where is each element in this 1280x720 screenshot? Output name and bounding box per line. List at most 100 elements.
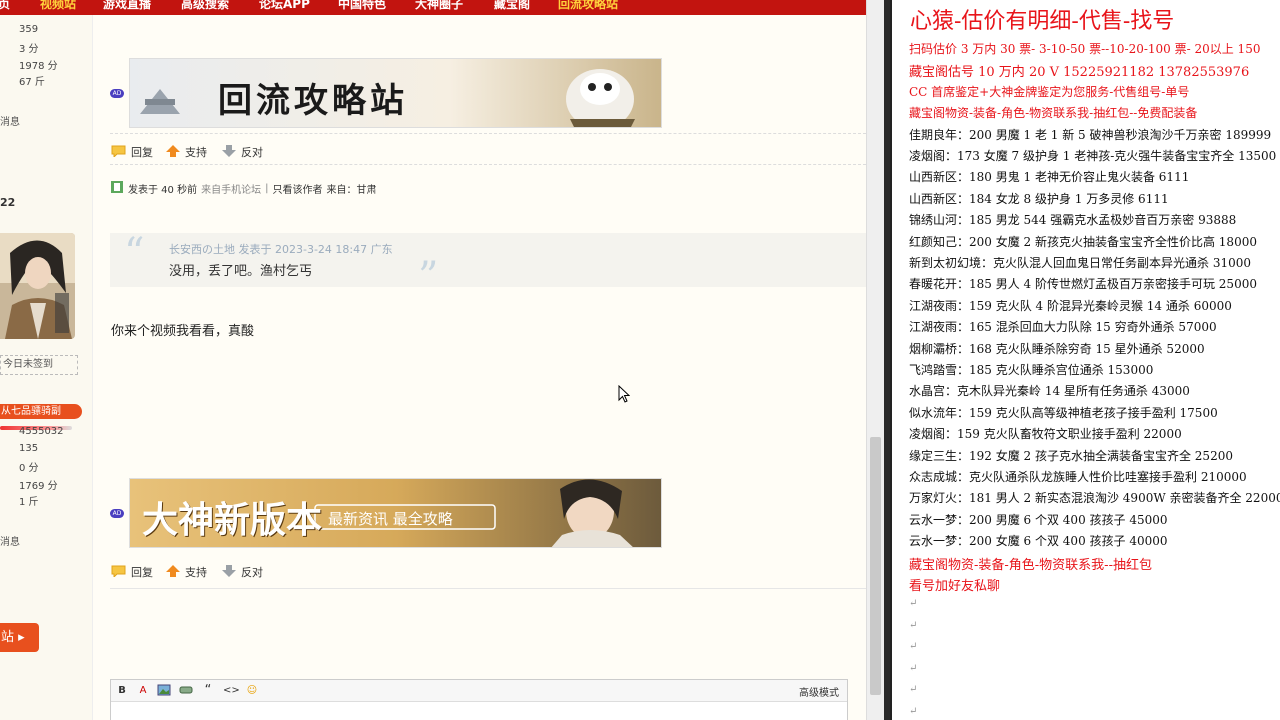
banner-ad-1[interactable]: AD 回流攻略站 bbox=[110, 58, 670, 130]
doc-line: 缘定三生：192 女魔 2 孩子克水抽全满装备宝宝齐全 25200 bbox=[909, 448, 1233, 463]
reply-button[interactable]: 回复 bbox=[111, 144, 153, 160]
avatar-image bbox=[0, 233, 75, 339]
paragraph-mark: ↵ bbox=[909, 641, 918, 652]
nav-item[interactable]: 藏宝阁 bbox=[494, 0, 530, 12]
doc-line: 众志成城：克火队通杀队龙族睡人性价比哇塞接手盈利 210000 bbox=[909, 470, 1247, 484]
bold-button[interactable]: B bbox=[115, 684, 129, 698]
emoji-button[interactable]: ☺ bbox=[245, 684, 259, 698]
page-scrollbar[interactable] bbox=[866, 0, 884, 720]
advanced-mode-link[interactable]: 高级模式 bbox=[799, 684, 839, 699]
ad-tag: AD bbox=[110, 509, 124, 518]
doc-line: 藏宝阁物资-装备-角色-物资联系我--抽红包 bbox=[909, 557, 1152, 573]
doc-line: 新到太初幻境：克火队混人回血鬼日常任务副本异光通杀 31000 bbox=[909, 256, 1251, 270]
doc-line: CC 首席鉴定+大神金牌鉴定为您服务-代售组号-单号 bbox=[909, 84, 1190, 99]
oppose-button[interactable]: 反对 bbox=[222, 144, 263, 160]
user-uid: 22 bbox=[0, 196, 16, 209]
nav-item[interactable]: 高级搜索 bbox=[181, 0, 229, 12]
mouse-cursor-icon bbox=[618, 385, 630, 403]
quote-open-icon: “ bbox=[124, 230, 145, 276]
banner-ad-2[interactable]: AD 大神新版本 最新资讯 最全攻略 bbox=[110, 478, 670, 550]
banner2-subtitle: 最新资讯 最全攻略 bbox=[328, 510, 453, 528]
support-button[interactable]: 支持 bbox=[166, 564, 207, 580]
doc-line: 凌烟阁：159 克火队畜牧符文职业接手盈利 22000 bbox=[909, 427, 1182, 442]
divider bbox=[110, 133, 866, 134]
paragraph-mark: ↵ bbox=[909, 684, 918, 695]
doc-line: 锦绣山河：185 男龙 544 强霸克水孟极妙音百万亲密 93888 bbox=[909, 213, 1237, 228]
nav-item[interactable]: 论坛APP bbox=[259, 0, 310, 12]
post-source: 来自手机论坛 bbox=[201, 185, 262, 196]
support-label: 支持 bbox=[185, 566, 207, 579]
user-stat: 0 分 bbox=[19, 463, 39, 474]
user-stat: 1769 分 bbox=[19, 481, 58, 492]
nav-item[interactable]: 回流攻略站 bbox=[558, 0, 618, 12]
banner-image-2[interactable]: 大神新版本 最新资讯 最全攻略 bbox=[129, 478, 662, 548]
reply-text: 你来个视频我看看，真酸 bbox=[111, 324, 255, 339]
doc-line: 佳期良年：200 男魔 1 老 1 新 5 破神兽秒浪淘沙千万亲密 189999 bbox=[909, 127, 1272, 142]
doc-line: 烟柳灞桥：168 克火队睡杀除穷奇 15 星外通杀 52000 bbox=[909, 341, 1205, 356]
doc-title: 心猿-估价有明细-代售-找号 bbox=[910, 9, 1175, 34]
quote-time: 发表于 2023-3-24 18:47 广东 bbox=[238, 243, 393, 256]
user-stat: 1978 分 bbox=[19, 61, 58, 72]
nav-item[interactable]: 中国特色 bbox=[338, 0, 386, 12]
support-label: 支持 bbox=[185, 146, 207, 159]
doc-line: 云水一梦：200 男魔 6 个双 400 孩孩子 45000 bbox=[909, 512, 1168, 527]
editor-toolbar: B A “ <> ☺ 高级模式 bbox=[111, 680, 847, 702]
oppose-label: 反对 bbox=[241, 146, 263, 159]
forum-page: 页视频站 游戏直播 高级搜索 论坛APP 中国特色 大神圈子 藏宝阁 回流攻略站 359 3 分… bbox=[0, 0, 868, 720]
thumbs-up-icon bbox=[166, 144, 180, 160]
user-stat: 4555032 bbox=[19, 426, 64, 437]
support-button[interactable]: 支持 bbox=[166, 144, 207, 160]
avatar[interactable] bbox=[0, 233, 75, 339]
quote-close-icon: ” bbox=[418, 254, 439, 300]
doc-line: 飞鸿踏雪：185 克火队睡杀宫位通杀 153000 bbox=[909, 363, 1154, 377]
reply-button[interactable]: 回复 bbox=[111, 564, 153, 580]
post-time: 发表于 40 秒前 bbox=[128, 185, 198, 196]
reply-editor[interactable]: B A “ <> ☺ 高级模式 bbox=[110, 679, 848, 720]
user-stat: 135 bbox=[19, 443, 39, 454]
reply-label: 回复 bbox=[131, 566, 153, 579]
code-button[interactable]: <> bbox=[223, 684, 240, 698]
image-icon bbox=[157, 684, 171, 696]
banner-image-1[interactable]: 回流攻略站 bbox=[129, 58, 662, 128]
oppose-button[interactable]: 反对 bbox=[222, 564, 263, 580]
paragraph-mark: ↵ bbox=[909, 619, 918, 631]
user-stat: 1 斤 bbox=[19, 497, 39, 508]
top-navigation: 页 视频站 游戏直播 高级搜索 论坛APP 中国特色 大神圈子 藏宝阁 回流攻略站 bbox=[0, 0, 866, 15]
reply-icon bbox=[111, 565, 126, 580]
quote-header: 长安西の土地 发表于 2023-3-24 18:47 广东 bbox=[169, 241, 393, 257]
post-meta: 发表于 40 秒前 来自手机论坛 | 只看该作者 来自：甘肃 bbox=[110, 180, 376, 197]
rank-badge: 从七品骠骑副 bbox=[0, 404, 82, 419]
quote-author[interactable]: 长安西の土地 bbox=[169, 243, 235, 256]
doc-line: 云水一梦：200 女魔 6 个双 400 孩孩子 40000 bbox=[909, 534, 1168, 549]
font-color-button[interactable]: A bbox=[136, 684, 150, 698]
quote-block: “ 长安西の土地 发表于 2023-3-24 18:47 广东 没用，丢了吧。渔… bbox=[110, 230, 866, 297]
link-button[interactable] bbox=[179, 684, 193, 698]
doc-line: 藏宝阁物资-装备-角色-物资联系我-抽红包--免费配装备 bbox=[909, 106, 1198, 121]
oppose-label: 反对 bbox=[241, 566, 263, 579]
nav-item[interactable]: 游戏直播 bbox=[103, 0, 151, 12]
user-sidebar: 359 3 分 1978 分 67 斤 消息 22 今日未签到 从七品骠骑副 4555… bbox=[0, 15, 93, 720]
nav-item[interactable]: 大神圈子 bbox=[415, 0, 463, 12]
go-site-button[interactable]: 站 ▸ bbox=[0, 623, 39, 652]
post-location: 来自：甘肃 bbox=[326, 185, 377, 196]
message-link-1[interactable]: 消息 bbox=[0, 113, 20, 128]
doc-line: 江湖夜雨：165 混杀回血大力队除 15 穷奇外通杀 57000 bbox=[909, 320, 1217, 335]
message-link-2[interactable]: 消息 bbox=[0, 533, 20, 548]
nav-item[interactable]: 视频站 bbox=[40, 0, 76, 12]
nav-item[interactable]: 页 bbox=[0, 0, 10, 12]
quote-button[interactable]: “ bbox=[201, 684, 215, 698]
user-stat: 3 分 bbox=[19, 44, 39, 55]
doc-line: 红颜知己：200 女魔 2 新孩克火抽装备宝宝齐全性价比高 18000 bbox=[909, 234, 1257, 249]
signin-status[interactable]: 今日未签到 bbox=[0, 355, 78, 375]
banner1-title: 回流攻略站 bbox=[218, 81, 408, 121]
author-only-link[interactable]: 只看该作者 bbox=[272, 181, 322, 196]
doc-line: 似水流年：159 克火队高等级神植老孩子接手盈利 17500 bbox=[909, 405, 1218, 420]
image-button[interactable] bbox=[157, 684, 171, 698]
reply-icon bbox=[111, 145, 126, 160]
scrollbar-thumb[interactable] bbox=[870, 437, 881, 695]
user-stat: 67 斤 bbox=[19, 77, 45, 88]
paragraph-mark: ↵ bbox=[909, 705, 918, 717]
doc-line: 春暖花开：185 男人 4 阶传世燃灯孟极百万亲密接手可玩 25000 bbox=[909, 277, 1257, 292]
doc-line: 山西新区：180 男鬼 1 老神无价容止鬼火装备 6111 bbox=[909, 170, 1190, 185]
paragraph-mark: ↵ bbox=[909, 662, 918, 674]
